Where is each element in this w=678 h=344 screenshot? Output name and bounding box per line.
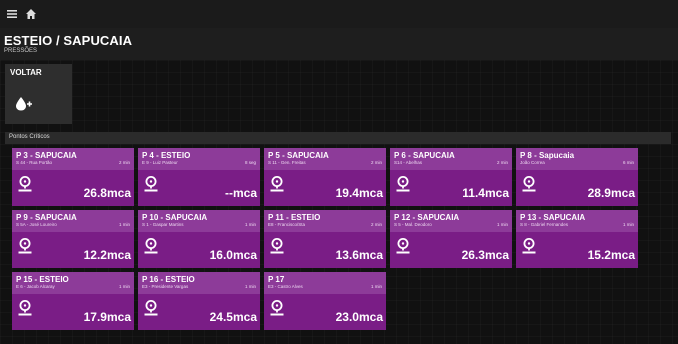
point-address: S 8 - Gabriel Fernandes [520,222,569,227]
point-update-time: 2 min [496,160,508,165]
location-pin-icon [18,300,32,316]
point-address: E 6 - Jacob Alcaray [16,284,55,289]
location-pin-icon [270,238,284,254]
pressure-value: 24.5mca [209,310,257,324]
point-name: P 13 - SAPUCAIA [520,213,586,222]
point-update-time: 1 min [244,284,256,289]
point-address: E8 - Francisco/Sta [268,222,306,227]
point-update-time: 1 min [244,222,256,227]
pressure-value: 11.4mca [462,186,509,200]
pressure-value: 28.9mca [587,186,635,200]
back-button-label: VOLTAR [10,68,42,77]
point-update-time: 2 min [370,222,382,227]
point-address: S 5A - José Loureiro [16,222,57,227]
point-name: P 9 - SAPUCAIA [16,213,77,222]
point-update-time: 1 min [622,222,634,227]
location-pin-icon [522,176,536,192]
point-tile[interactable]: P 15 - ESTEIO E 6 - Jacob Alcaray 1 min 17.… [12,272,134,330]
point-update-time: 1 min [118,284,130,289]
location-pin-icon [144,238,158,254]
point-address: E3 - Castro Alves [268,284,303,289]
location-pin-icon [18,238,32,254]
point-name: P 12 - SAPUCAIA [394,213,460,222]
pressure-value: 26.3mca [461,248,509,262]
point-tile[interactable]: P 16 - ESTEIO E3 - Presidente Vargas 1 min… [138,272,260,330]
point-name: P 8 - Sapucaia [520,151,575,160]
point-tile[interactable]: P 8 - Sapucaia João Correa 6 min 28.9mca [516,148,638,206]
point-name: P 5 - SAPUCAIA [268,151,329,160]
point-name: P 16 - ESTEIO [142,275,195,284]
point-update-time: 1 min [118,222,130,227]
page-title: ESTEIO / SAPUCAIA [4,33,133,48]
point-tile[interactable]: P 17 E3 - Castro Alves 1 min 23.0mca [264,272,386,330]
pressure-value: 23.0mca [335,310,383,324]
header: ESTEIO / SAPUCAIA PRESSÕES [0,28,678,60]
point-tile[interactable]: P 12 - SAPUCAIA S 5 - Mal. Deodoro 1 min 26… [390,210,512,268]
point-tile[interactable]: P 3 - SAPUCAIA S 44 - Rua Portão 2 min 26.8… [12,148,134,206]
point-tile[interactable]: P 11 - ESTEIO E8 - Francisco/Sta 2 min 13.6… [264,210,386,268]
pressure-value: 17.9mca [83,310,131,324]
location-pin-icon [270,176,284,192]
point-address: João Correa [520,160,545,165]
point-update-time: 1 min [370,284,382,289]
location-pin-icon [144,300,158,316]
pressure-value: 16.0mca [209,248,257,262]
point-address: E 9 - Luiz Pasteur [142,160,178,165]
point-tile[interactable]: P 10 - SAPUCAIA S 1 - Gaspar Martins 1 min… [138,210,260,268]
location-pin-icon [144,176,158,192]
pressure-value: 13.6mca [335,248,383,262]
point-tile[interactable]: P 5 - SAPUCAIA S 11 - Gen. Freitas 2 min 19… [264,148,386,206]
section-header: Pontos Críticos [5,132,671,144]
back-button[interactable]: VOLTAR [5,64,72,124]
pressure-value: 26.8mca [83,186,131,200]
point-update-time: 2 min [370,160,382,165]
point-update-time: 6 min [622,160,634,165]
pressure-value: 12.2mca [83,248,131,262]
top-bar [0,0,678,28]
location-pin-icon [270,300,284,316]
location-pin-icon [396,238,410,254]
point-address: S 1 - Gaspar Martins [142,222,184,227]
location-pin-icon [396,176,410,192]
water-drop-icon [16,97,32,111]
point-address: E3 - Presidente Vargas [142,284,189,289]
point-update-time: 1 min [496,222,508,227]
point-update-time: 8 seg [244,160,256,165]
location-pin-icon [18,176,32,192]
point-name: P 15 - ESTEIO [16,275,69,284]
point-address: S14 - Abelhas [394,160,423,165]
point-name: P 6 - SAPUCAIA [394,151,455,160]
menu-icon[interactable] [5,7,19,21]
point-tile[interactable]: P 4 - ESTEIO E 9 - Luiz Pasteur 8 seg --mca [138,148,260,206]
point-address: S 44 - Rua Portão [16,160,53,165]
point-name: P 4 - ESTEIO [142,151,191,160]
point-name: P 3 - SAPUCAIA [16,151,77,160]
point-update-time: 2 min [118,160,130,165]
point-name: P 11 - ESTEIO [268,213,321,222]
point-address: S 5 - Mal. Deodoro [394,222,432,227]
pressure-value: --mca [224,186,257,200]
point-tile[interactable]: P 9 - SAPUCAIA S 5A - José Loureiro 1 min 1… [12,210,134,268]
point-tile[interactable]: P 13 - SAPUCAIA S 8 - Gabriel Fernandes 1 … [516,210,638,268]
page-subtitle: PRESSÕES [4,48,38,54]
pressure-value: 19.4mca [335,186,383,200]
section-label: Pontos Críticos [9,134,50,140]
location-pin-icon [522,238,536,254]
point-name: P 10 - SAPUCAIA [142,213,208,222]
point-tile[interactable]: P 6 - SAPUCAIA S14 - Abelhas 2 min 11.4mca [390,148,512,206]
point-address: S 11 - Gen. Freitas [268,160,306,165]
home-icon[interactable] [24,7,38,21]
pressure-value: 15.2mca [587,248,635,262]
point-name: P 17 [268,275,285,284]
